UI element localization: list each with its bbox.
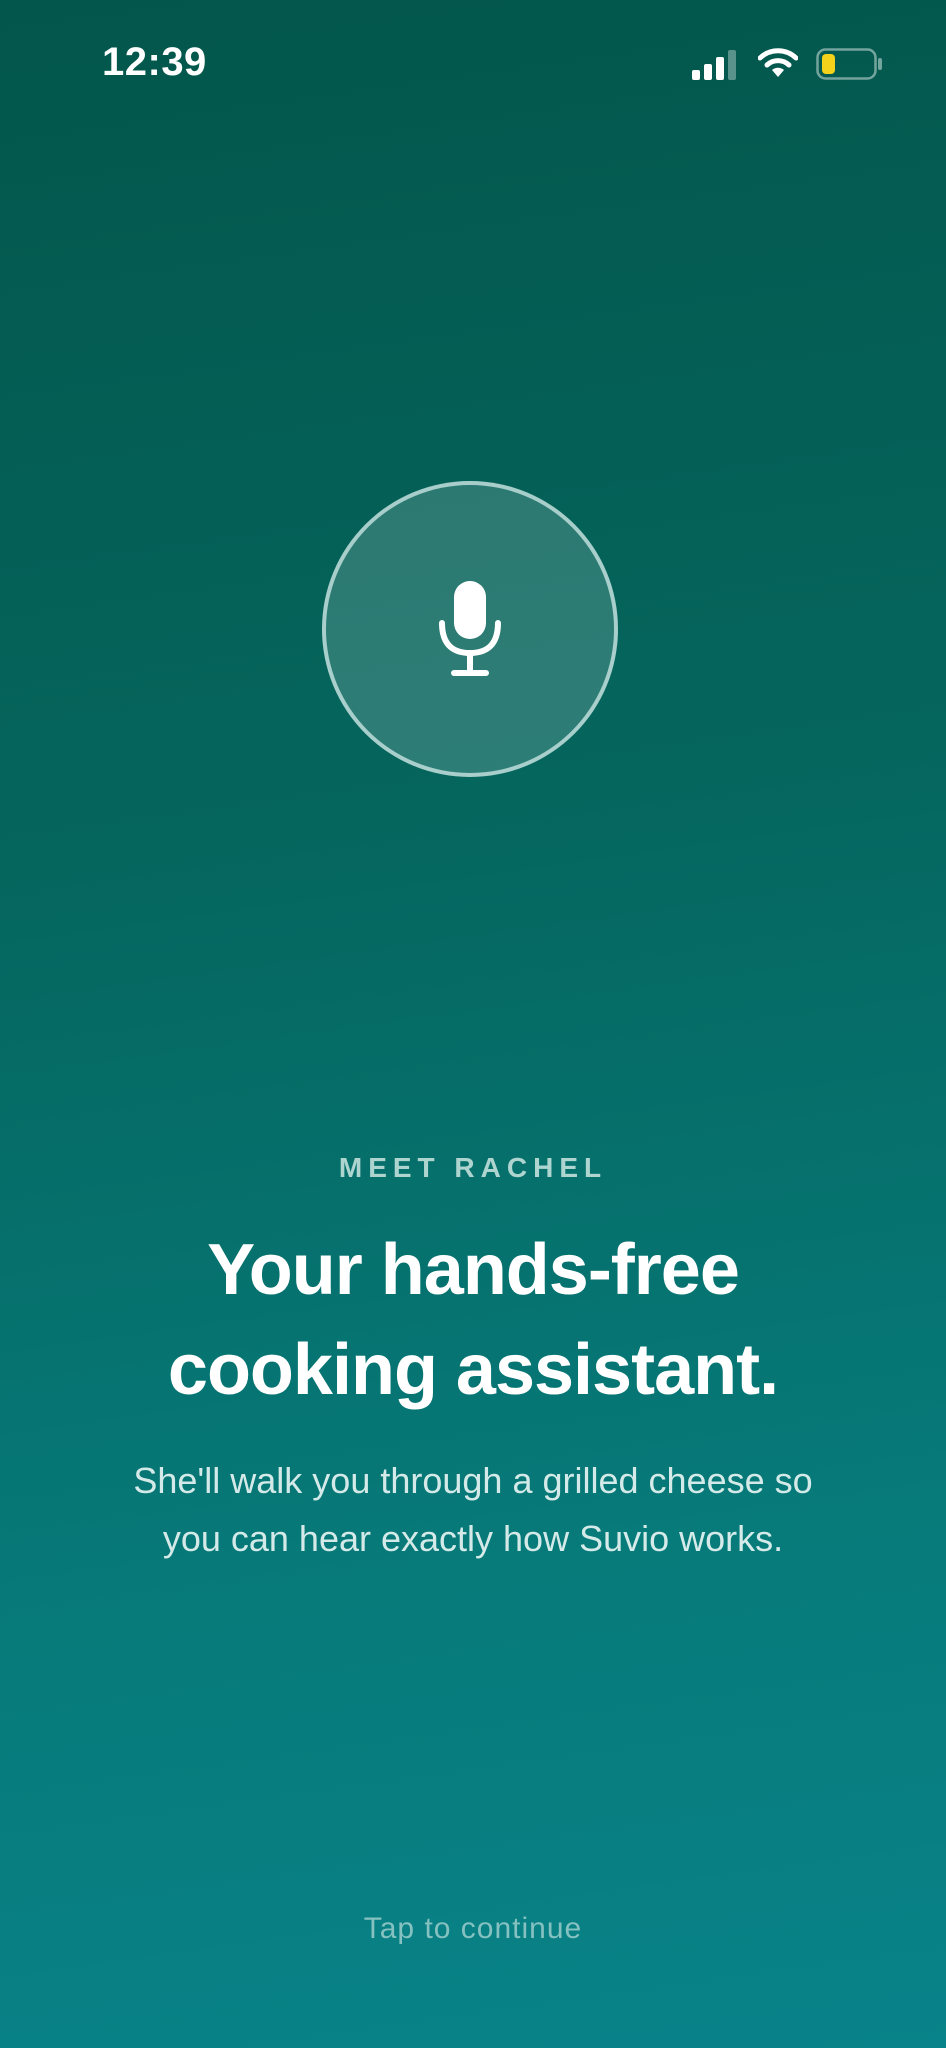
status-bar: 12:39 — [0, 0, 946, 130]
subtitle-line: She'll walk you through a grilled cheese… — [133, 1460, 813, 1501]
intro-subtitle: She'll walk you through a grilled cheese… — [80, 1452, 866, 1568]
headline-line: cooking assistant. — [167, 1330, 779, 1410]
microphone-button[interactable] — [322, 481, 618, 777]
status-time: 12:39 — [102, 40, 207, 84]
battery-icon — [816, 48, 882, 80]
cellular-signal-icon — [692, 50, 736, 80]
headline-line: Your hands-free — [207, 1230, 740, 1310]
wifi-icon — [758, 48, 798, 77]
onboarding-screen[interactable]: 12:39 MEET RACHEL Your hands-free cookin… — [0, 0, 946, 2048]
microphone-icon — [439, 581, 501, 676]
intro-headline: Your hands-free cooking assistant. — [60, 1220, 886, 1420]
tap-to-continue-button[interactable]: Tap to continue — [0, 1912, 946, 1946]
subtitle-line: you can hear exactly how Suvio works. — [162, 1518, 784, 1559]
intro-eyebrow: MEET RACHEL — [338, 1152, 608, 1183]
